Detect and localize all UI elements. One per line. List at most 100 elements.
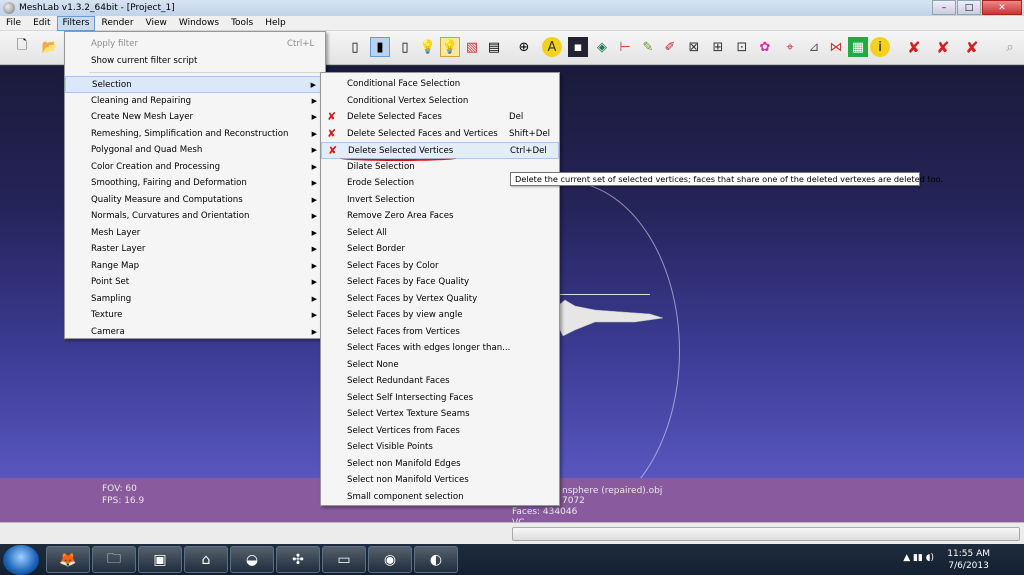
filters-raster-layer-item[interactable]: Raster Layer ▶ — [65, 241, 325, 258]
select-non-manifold-edges-item[interactable]: Select non Manifold Edges — [321, 456, 559, 473]
light-off-icon[interactable]: 💡 — [418, 37, 438, 57]
progress-bar — [512, 527, 1020, 541]
render-box-icon[interactable]: ▯ — [345, 37, 365, 57]
submenu-arrow-icon: ▶ — [311, 261, 317, 270]
delete-faces-vertices-icon[interactable]: ✘ — [933, 37, 953, 57]
delete-faces-icon[interactable]: ✘ — [904, 37, 924, 57]
filters-texture-item[interactable]: Texture ▶ — [65, 307, 325, 324]
layer-icon[interactable]: ▪ — [568, 37, 588, 57]
select-faces-from-vertices-item[interactable]: Select Faces from Vertices — [321, 324, 559, 341]
menu-windows[interactable]: Windows — [173, 16, 225, 31]
filters-mesh-layer-item[interactable]: Mesh Layer ▶ — [65, 225, 325, 242]
paint-icon[interactable]: ✎ — [638, 37, 658, 57]
filters-quality-item[interactable]: Quality Measure and Computations ▶ — [65, 192, 325, 209]
menu-render[interactable]: Render — [95, 16, 139, 31]
apply-filter-item[interactable]: Apply filter Ctrl+L — [65, 36, 325, 53]
select-non-manifold-vertices-item[interactable]: Select non Manifold Vertices — [321, 472, 559, 489]
select-border-item[interactable]: Select Border — [321, 241, 559, 258]
conditional-face-selection-item[interactable]: Conditional Face Selection — [321, 76, 559, 93]
raster-icon[interactable]: ▦ — [848, 37, 868, 57]
network-icon[interactable]: ✣ — [276, 546, 320, 573]
light-on-icon[interactable]: 💡 — [440, 37, 460, 57]
filters-create-mesh-item[interactable]: Create New Mesh Layer ▶ — [65, 109, 325, 126]
hp-icon[interactable]: ⌂ — [184, 546, 228, 573]
backface-icon[interactable]: ▧ — [462, 37, 482, 57]
search-icon[interactable]: ⌕ — [1000, 37, 1020, 57]
select-none-item[interactable]: Select None — [321, 357, 559, 374]
select-vertices-from-faces-item[interactable]: Select Vertices from Faces — [321, 423, 559, 440]
texture-icon[interactable]: ▤ — [484, 37, 504, 57]
filters-camera-item[interactable]: Camera ▶ — [65, 324, 325, 341]
axis-icon[interactable]: ⊢ — [615, 37, 635, 57]
color-select-icon[interactable]: ✿ — [755, 37, 775, 57]
render-flat-icon[interactable]: ▮ — [370, 37, 390, 57]
delete-selected-faces-vertices-item[interactable]: ✘ Delete Selected Faces and Vertices Shift… — [321, 126, 559, 143]
remove-zero-area-faces-item[interactable]: Remove Zero Area Faces — [321, 208, 559, 225]
filters-polygonal-item[interactable]: Polygonal and Quad Mesh ▶ — [65, 142, 325, 159]
filters-cleaning-item[interactable]: Cleaning and Repairing ▶ — [65, 93, 325, 110]
select-faces-long-edges-item[interactable]: Select Faces with edges longer than... — [321, 340, 559, 357]
select-vertex-texture-seams-item[interactable]: Select Vertex Texture Seams — [321, 406, 559, 423]
show-filter-script-item[interactable]: Show current filter script — [65, 53, 325, 70]
small-component-selection-item[interactable]: Small component selection — [321, 489, 559, 506]
invert-selection-item[interactable]: Invert Selection — [321, 192, 559, 209]
mesh-icon[interactable]: ◈ — [592, 37, 612, 57]
select-faces-by-face-quality-item[interactable]: Select Faces by Face Quality — [321, 274, 559, 291]
filters-menu: Apply filter Ctrl+L Show current filter … — [64, 31, 326, 339]
menu-help[interactable]: Help — [259, 16, 292, 31]
select-vertex-icon[interactable]: ⊞ — [708, 37, 728, 57]
annotation-icon[interactable]: A — [542, 37, 562, 57]
maximize-button[interactable]: □ — [957, 0, 981, 15]
clock[interactable]: 11:55 AM 7/6/2013 — [947, 548, 990, 572]
minimize-button[interactable]: – — [932, 0, 956, 15]
select-face-icon[interactable]: ⊠ — [684, 37, 704, 57]
delete-selected-faces-item[interactable]: ✘ Delete Selected Faces Del — [321, 109, 559, 126]
close-button[interactable]: ✕ — [982, 0, 1022, 15]
filters-selection-item[interactable]: Selection ▶ — [65, 76, 325, 93]
globe-icon[interactable]: ⊕ — [514, 37, 534, 57]
render-smooth-icon[interactable]: ▯ — [395, 37, 415, 57]
select-all-item[interactable]: Select All — [321, 225, 559, 242]
filters-range-map-item[interactable]: Range Map ▶ — [65, 258, 325, 275]
brush-icon[interactable]: ✐ — [660, 37, 680, 57]
chrome-icon[interactable]: ◉ — [368, 546, 412, 573]
select-redundant-faces-item[interactable]: Select Redundant Faces — [321, 373, 559, 390]
pick-points-icon[interactable]: ⌖ — [780, 37, 800, 57]
conditional-vertex-selection-item[interactable]: Conditional Vertex Selection — [321, 93, 559, 110]
submenu-arrow-icon: ▶ — [311, 327, 317, 336]
filters-normals-item[interactable]: Normals, Curvatures and Orientation ▶ — [65, 208, 325, 225]
select-faces-by-color-item[interactable]: Select Faces by Color — [321, 258, 559, 275]
align-icon[interactable]: ⋈ — [826, 37, 846, 57]
select-visible-points-item[interactable]: Select Visible Points — [321, 439, 559, 456]
clock-time: 11:55 AM — [947, 549, 990, 559]
menu-filters[interactable]: Filters — [56, 15, 96, 31]
select-faces-by-vertex-quality-item[interactable]: Select Faces by Vertex Quality — [321, 291, 559, 308]
image-viewer-icon[interactable]: ▭ — [322, 546, 366, 573]
info-icon[interactable]: i — [870, 37, 890, 57]
delete-vertices-icon[interactable]: ✘ — [962, 37, 982, 57]
app-icon-2[interactable]: ◒ — [230, 546, 274, 573]
filters-color-item[interactable]: Color Creation and Processing ▶ — [65, 159, 325, 176]
menu-tools[interactable]: Tools — [225, 16, 259, 31]
submenu-arrow-icon: ▶ — [311, 245, 317, 253]
filters-point-set-item[interactable]: Point Set ▶ — [65, 274, 325, 291]
app-window-icon[interactable]: ▣ — [138, 546, 182, 573]
filters-remeshing-item[interactable]: Remeshing, Simplification and Reconstruc… — [65, 126, 325, 143]
filters-sampling-item[interactable]: Sampling ▶ — [65, 291, 325, 308]
select-self-intersecting-faces-item[interactable]: Select Self Intersecting Faces — [321, 390, 559, 407]
select-faces-by-view-angle-item[interactable]: Select Faces by view angle — [321, 307, 559, 324]
firefox-icon[interactable]: 🦊 — [46, 546, 90, 573]
menu-edit[interactable]: Edit — [27, 16, 56, 31]
menu-view[interactable]: View — [140, 16, 173, 31]
measure-icon[interactable]: ⊿ — [804, 37, 824, 57]
explorer-icon[interactable]: 🗀 — [92, 546, 136, 573]
new-file-icon[interactable]: 🗋 — [12, 37, 32, 57]
select-connected-icon[interactable]: ⊡ — [732, 37, 752, 57]
meshlab-task-icon[interactable]: ◐ — [414, 546, 458, 573]
submenu-arrow-icon: ▶ — [311, 146, 317, 154]
filters-smoothing-item[interactable]: Smoothing, Fairing and Deformation ▶ — [65, 175, 325, 192]
system-tray[interactable]: ▲ ▮▮ ◖) — [903, 553, 934, 563]
menu-file[interactable]: File — [0, 16, 27, 31]
open-folder-icon[interactable]: 📂 — [40, 37, 60, 57]
start-button[interactable] — [3, 545, 39, 575]
